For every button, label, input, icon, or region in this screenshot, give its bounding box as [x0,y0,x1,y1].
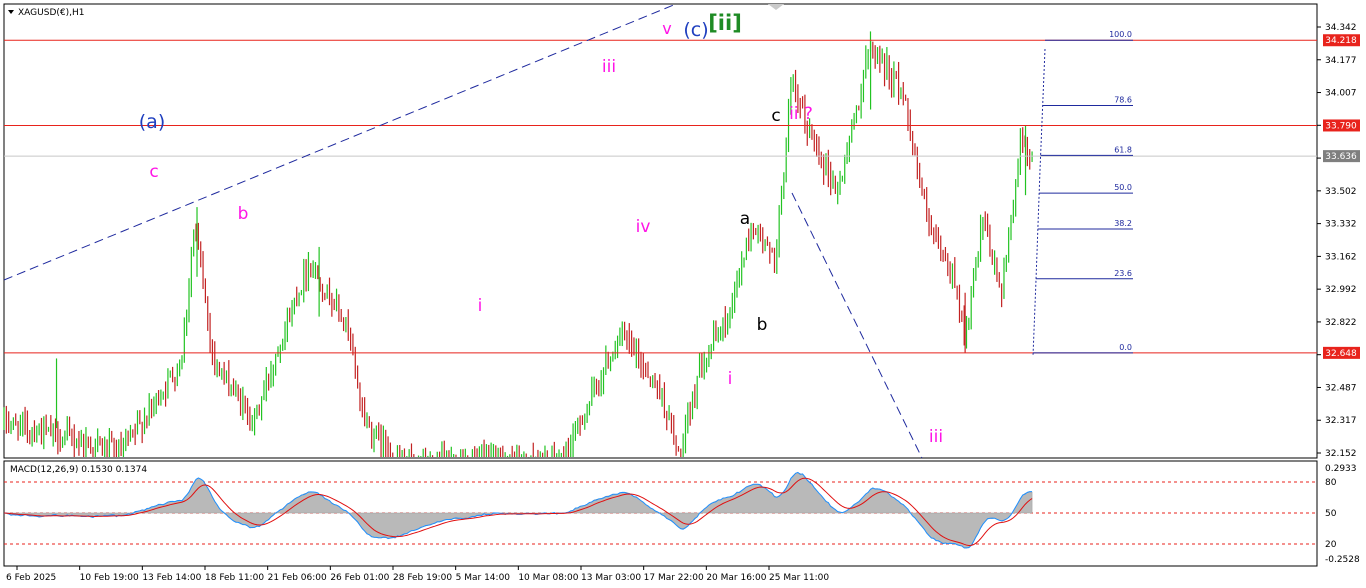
fib-level-label: 61.8 [1114,145,1132,154]
wave-i-first: i [478,296,483,316]
wave-c-small: c [771,106,780,126]
price-tick-label: 32.152 [1325,449,1357,459]
time-tick-label: 25 Mar 11:00 [769,573,829,583]
fib-level-label: 38.2 [1114,219,1132,228]
time-tick-label: 10 Mar 08:00 [518,573,578,583]
resistance-upper-badge-label: 34.218 [1325,36,1357,46]
price-tick-label: 32.992 [1325,285,1357,295]
macd-tick-label: 20 [1325,540,1337,550]
symbol-title: XAGUSD(€),H1 [18,8,84,18]
support-badge-label: 32.648 [1325,349,1357,359]
price-tick-label: 34.342 [1325,23,1357,33]
wave-a-small: a [740,209,750,229]
wave-iii-projected: iii [929,427,943,447]
price-tick-label: 33.332 [1325,220,1357,230]
fib-level-label: 0.0 [1119,343,1132,352]
fib-level-label: 100.0 [1109,30,1132,39]
time-tick-label: 17 Mar 22:00 [644,573,704,583]
time-tick-label: 21 Feb 06:00 [268,573,327,583]
wave-ii-bracket: [ii] [708,11,742,35]
fib-level-label: 23.6 [1114,269,1132,278]
time-tick-label: 13 Mar 03:00 [581,573,641,583]
wave-b-small: b [757,315,768,335]
wave-iii-top: iii [602,57,616,77]
time-tick-label: 18 Feb 11:00 [205,573,264,583]
wave-ii-question: ii ? [789,104,813,124]
wave-c-degree: (c) [683,19,708,41]
price-tick-label: 33.162 [1325,252,1357,262]
price-tick-label: 33.502 [1325,187,1357,197]
time-tick-label: 20 Mar 16:00 [706,573,766,583]
fib-level-label: 78.6 [1114,96,1132,105]
price-tick-label: 34.007 [1325,89,1357,99]
current-price-badge-label: 33.636 [1325,152,1357,162]
wave-b-left: b [238,204,249,224]
macd-tick-label: 0.2933 [1325,464,1357,474]
wave-c-left: c [149,162,158,182]
time-tick-label: 28 Feb 19:00 [393,573,452,583]
macd-title: MACD(12,26,9) 0.1530 0.1374 [10,465,147,475]
macd-tick-label: 80 [1325,478,1337,488]
time-tick-label: 10 Feb 19:00 [80,573,139,583]
price-tick-label: 34.177 [1325,56,1357,66]
time-tick-label: 6 Feb 2025 [6,573,56,583]
chart-window[interactable]: XAGUSD(€),H1 MACD(12,26,9) 0.1530 0.1374… [0,0,1366,588]
time-tick-label: 13 Feb 14:00 [142,573,201,583]
macd-tick-label: -0.2528 [1325,555,1360,565]
wave-i-low: i [728,369,733,389]
price-tick-label: 32.487 [1325,383,1357,393]
time-tick-label: 5 Mar 14:00 [456,573,511,583]
wave-v: v [662,19,671,38]
fib-level-label: 50.0 [1114,183,1132,192]
wave-iv: iv [636,217,651,237]
price-tick-label: 32.317 [1325,416,1357,426]
price-tick-label: 32.822 [1325,318,1357,328]
time-tick-label: 26 Feb 01:00 [330,573,389,583]
wave-a-degree: (a) [139,111,165,133]
resistance-mid-badge-label: 33.790 [1325,121,1357,131]
macd-tick-label: 50 [1325,509,1337,519]
